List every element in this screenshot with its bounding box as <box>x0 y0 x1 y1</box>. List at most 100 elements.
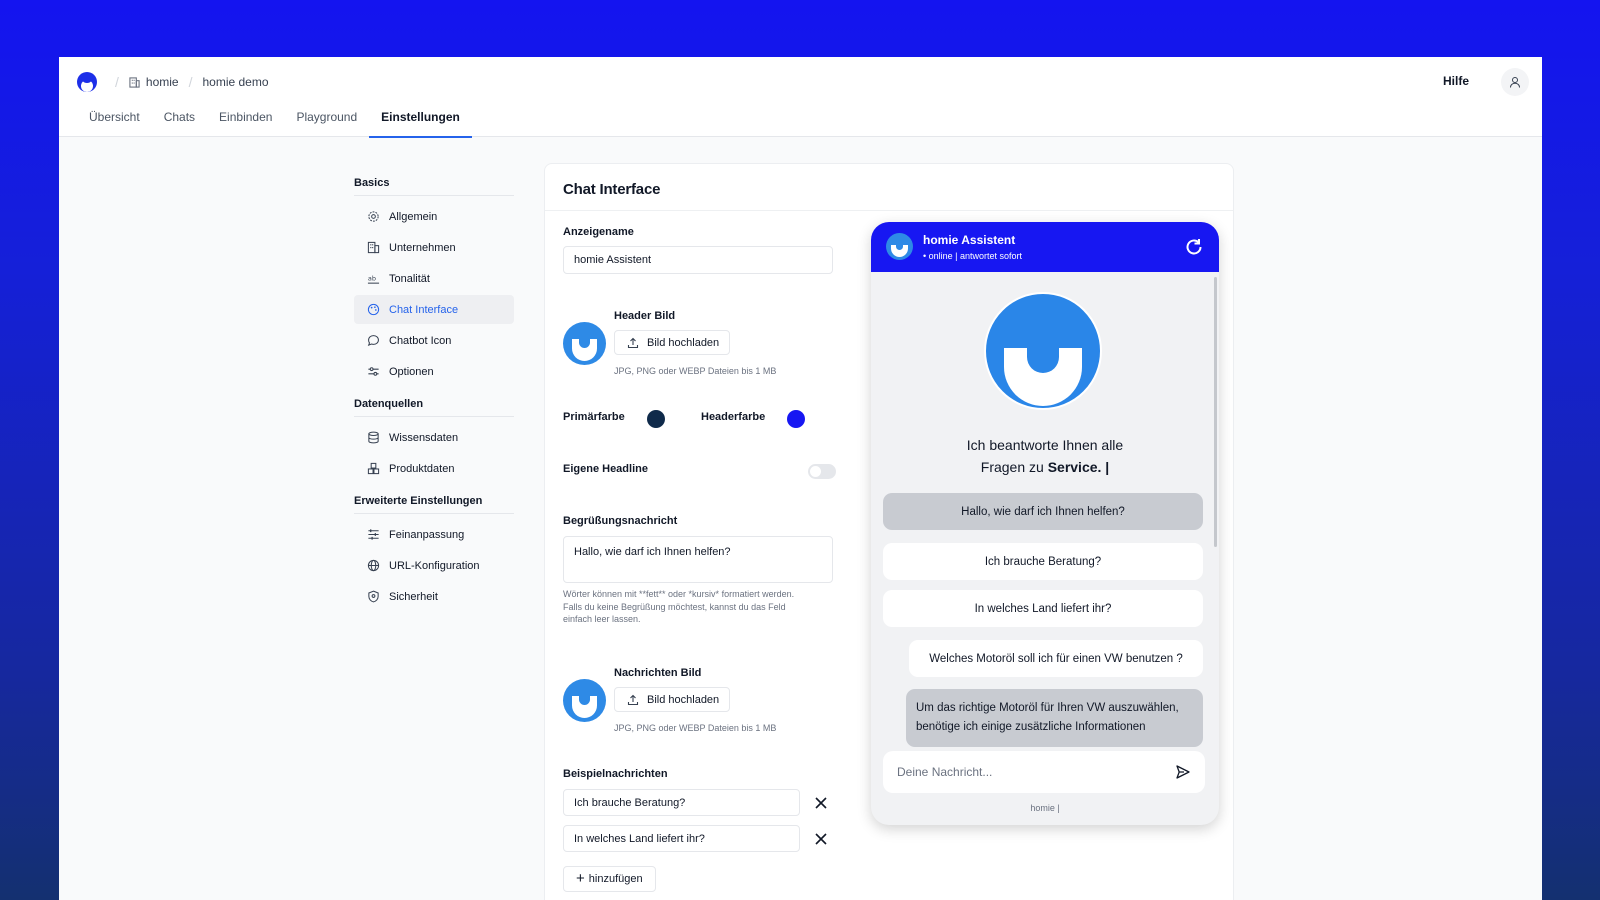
breadcrumb-separator: / <box>115 74 119 90</box>
chat-bot-reply: Um das richtige Motoröl für Ihren VW aus… <box>906 689 1203 747</box>
sidebar-section-datenquellen: Datenquellen <box>354 398 514 417</box>
sidebar-item-tonalitaet[interactable]: ab Tonalität <box>354 264 514 293</box>
chat-hero-avatar <box>984 292 1102 410</box>
chat-intro-line: Ich beantworte Ihnen alle <box>966 437 1124 453</box>
add-example-button[interactable]: + hinzufügen <box>563 866 656 892</box>
add-example-label: hinzufügen <box>588 873 643 885</box>
message-image-hint: JPG, PNG oder WEBP Dateien bis 1 MB <box>614 723 777 733</box>
chat-status: • online | antwortet sofort <box>923 251 1023 261</box>
chat-user-message: Welches Motoröl soll ich für einen VW be… <box>909 640 1203 677</box>
sidebar-item-chatbot-icon[interactable]: Chatbot Icon <box>354 326 514 355</box>
greeting-textarea[interactable]: Hallo, wie darf ich Ihnen helfen? <box>563 536 833 583</box>
sidebar-item-label: Wissensdaten <box>389 431 459 444</box>
tab-playground[interactable]: Playground <box>296 100 357 138</box>
chat-interface-panel: Chat Interface Anzeigename homie Assiste… <box>544 163 1234 900</box>
message-image-label: Nachrichten Bild <box>614 667 702 679</box>
sidebar-item-label: Unternehmen <box>389 241 456 254</box>
header-image-preview <box>563 322 606 365</box>
display-name-label: Anzeigename <box>563 226 634 238</box>
header-image-upload-button[interactable]: Bild hochladen <box>614 330 731 355</box>
chat-avatar <box>886 233 913 260</box>
help-link[interactable]: Hilfe <box>1443 74 1469 88</box>
sliders-icon <box>368 367 379 376</box>
sidebar-item-produktdaten[interactable]: Produktdaten <box>354 454 514 483</box>
sidebar-item-label: Tonalität <box>389 272 430 285</box>
chat-greeting-message: Hallo, wie darf ich Ihnen helfen? <box>883 493 1203 530</box>
tab-uebersicht[interactable]: Übersicht <box>89 100 140 138</box>
shield-icon <box>368 590 379 603</box>
sidebar-item-label: Optionen <box>389 365 434 378</box>
svg-text:ab: ab <box>368 274 376 282</box>
sidebar-item-sicherheit[interactable]: Sicherheit <box>354 582 514 611</box>
building-icon <box>367 241 380 254</box>
header-color-swatch[interactable] <box>787 410 805 428</box>
primary-color-label: Primärfarbe <box>563 411 625 423</box>
chat-message-input[interactable]: Deine Nachricht... <box>883 751 1205 793</box>
sidebar-item-wissensdaten[interactable]: Wissensdaten <box>354 423 514 452</box>
remove-example-1-close-icon[interactable] <box>814 796 828 810</box>
database-icon <box>368 431 379 444</box>
sidebar-item-url-konfiguration[interactable]: URL-Konfiguration <box>354 551 514 580</box>
chat-scrollbar[interactable] <box>1214 277 1217 547</box>
chat-footer: homie | <box>1030 803 1060 813</box>
greeting-label: Begrüßungsnachricht <box>563 515 678 527</box>
header-image-label: Header Bild <box>614 310 676 322</box>
plus-icon: + <box>576 870 585 887</box>
sidebar-item-label: Feinanpassung <box>389 528 465 541</box>
refresh-icon[interactable] <box>1183 236 1205 258</box>
greeting-hint-line: einfach leer lassen. <box>563 614 641 624</box>
sidebar-item-label: Allgemein <box>389 210 438 223</box>
sidebar-item-label: URL-Konfiguration <box>389 559 480 572</box>
sidebar-item-optionen[interactable]: Optionen <box>354 357 514 386</box>
breadcrumb-org[interactable]: homie <box>146 75 179 89</box>
globe-icon <box>367 559 380 572</box>
header-image-hint: JPG, PNG oder WEBP Dateien bis 1 MB <box>614 366 777 376</box>
tab-einbinden[interactable]: Einbinden <box>219 100 272 138</box>
send-icon[interactable] <box>1175 764 1191 780</box>
own-headline-toggle[interactable] <box>808 464 836 479</box>
primary-color-swatch[interactable] <box>647 410 665 428</box>
sidebar-item-feinanpassung[interactable]: Feinanpassung <box>354 520 514 549</box>
display-name-input[interactable]: homie Assistent <box>563 246 833 274</box>
example-input-1[interactable]: Ich brauche Beratung? <box>563 789 800 816</box>
greeting-hint-line: Wörter können mit **fett** oder *kursiv*… <box>563 589 795 599</box>
top-bar: / homie / homie demo Hilfe Übersicht Cha… <box>59 57 1542 138</box>
homie-logo-icon[interactable] <box>77 72 97 92</box>
own-headline-label: Eigene Headline <box>563 463 648 475</box>
upload-icon <box>627 337 639 348</box>
chat-header: homie Assistent • online | antwortet sof… <box>871 222 1219 272</box>
chat-suggestion-1[interactable]: Ich brauche Beratung? <box>883 543 1203 580</box>
main-tabs: Übersicht Chats Einbinden Playground Ein… <box>89 100 496 138</box>
greeting-hint-line: Falls du keine Begrüßung möchtest, kanns… <box>563 601 786 612</box>
breadcrumb: / homie / homie demo <box>105 74 269 90</box>
upload-icon <box>627 694 639 705</box>
tune-icon <box>368 529 379 540</box>
breadcrumb-separator: / <box>188 74 193 90</box>
message-image-upload-button[interactable]: Bild hochladen <box>614 687 731 712</box>
sidebar-item-chat-interface[interactable]: Chat Interface <box>354 295 514 324</box>
chat-assistant-name: homie Assistent <box>923 233 1016 247</box>
tab-chats[interactable]: Chats <box>164 100 195 138</box>
header-color-label: Headerfarbe <box>701 411 766 423</box>
example-input-2[interactable]: In welches Land liefert ihr? <box>563 825 800 852</box>
sidebar-item-allgemein[interactable]: Allgemein <box>354 202 514 231</box>
gear-icon <box>368 211 379 222</box>
user-menu-button[interactable] <box>1501 68 1529 96</box>
examples-label: Beispielnachrichten <box>563 768 668 780</box>
building-icon <box>129 76 140 88</box>
settings-sidebar: Basics Allgemein Unternehmen ab Tonalitä… <box>354 177 514 613</box>
boxes-icon <box>367 462 380 475</box>
remove-example-2-close-icon[interactable] <box>814 832 828 846</box>
chat-suggestion-2[interactable]: In welches Land liefert ihr? <box>883 590 1203 627</box>
tab-einstellungen[interactable]: Einstellungen <box>369 100 472 138</box>
chat-preview-widget: homie Assistent • online | antwortet sof… <box>871 222 1219 825</box>
upload-button-label: Bild hochladen <box>647 336 720 349</box>
sidebar-item-label: Chatbot Icon <box>389 334 452 347</box>
greeting-hint: Wörter können mit **fett** oder *kursiv*… <box>563 588 843 626</box>
sidebar-item-unternehmen[interactable]: Unternehmen <box>354 233 514 262</box>
palette-icon <box>367 303 380 316</box>
upload-button-label: Bild hochladen <box>647 693 720 706</box>
sidebar-item-label: Chat Interface <box>389 303 459 316</box>
breadcrumb-project[interactable]: homie demo <box>202 75 268 89</box>
chat-intro-line: Fragen zu Service. | <box>980 459 1110 475</box>
